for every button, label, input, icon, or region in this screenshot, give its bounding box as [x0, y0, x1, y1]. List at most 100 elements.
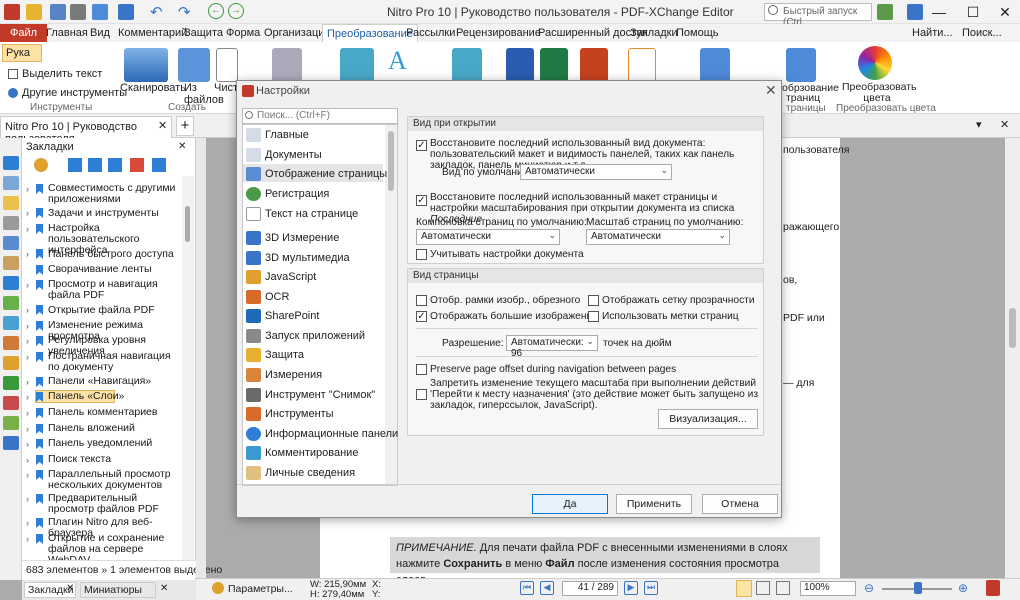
redo-icon[interactable]: ↷: [178, 3, 191, 21]
default-view-select[interactable]: Автоматически ⌄: [520, 164, 672, 180]
bookmark-item[interactable]: Открытие файла PDF: [48, 305, 180, 316]
expand-bookmarks-icon[interactable]: [152, 158, 166, 172]
tab-protect[interactable]: Защита: [180, 24, 227, 42]
chevron-right-icon[interactable]: ›: [26, 352, 29, 362]
chevron-right-icon[interactable]: ›: [26, 208, 29, 218]
layers-panel-icon[interactable]: [3, 236, 19, 250]
bookmark-item[interactable]: Сворачивание ленты: [48, 264, 180, 275]
tab-thumbnails-panel[interactable]: Миниатюры: [80, 582, 156, 598]
nav-item-security[interactable]: Защита: [265, 349, 304, 361]
from-files-icon[interactable]: [178, 48, 210, 82]
restore-layout-checkbox[interactable]: ✓: [416, 195, 427, 206]
other-tools-button[interactable]: Другие инструменты: [22, 87, 127, 99]
articles-panel-icon[interactable]: [3, 356, 19, 370]
bookmark-item[interactable]: Параллельный просмотр нескольких докумен…: [48, 469, 180, 491]
bookmark-item[interactable]: Задачи и инструменты: [48, 208, 180, 219]
chevron-right-icon[interactable]: ›: [26, 534, 29, 544]
clear-icon[interactable]: [216, 48, 238, 82]
delete-bookmark-icon[interactable]: [130, 158, 144, 172]
nav-item-tools[interactable]: Инструменты: [265, 408, 334, 420]
panel-close-icon[interactable]: ✕: [178, 141, 186, 152]
apply-button[interactable]: Применить: [616, 494, 692, 514]
convert-colors-icon[interactable]: [858, 46, 892, 80]
chevron-right-icon[interactable]: ›: [26, 494, 29, 504]
comments-panel-icon[interactable]: [3, 196, 19, 210]
print-icon[interactable]: [70, 4, 86, 20]
thumbnails-tab-close-icon[interactable]: ✕: [160, 583, 168, 594]
resolution-select[interactable]: Автоматически: 96 ⌄: [506, 335, 598, 359]
close-tab-icon[interactable]: ✕: [158, 119, 167, 132]
maximize-button[interactable]: ☐: [956, 0, 990, 24]
bookmark-item[interactable]: Панель быстрого доступа: [48, 249, 180, 260]
zoom-select[interactable]: 100%: [800, 581, 856, 596]
nav-item-registration[interactable]: Регистрация: [265, 188, 329, 200]
layout-select[interactable]: Автоматически ⌄: [416, 229, 560, 245]
search-button[interactable]: Поиск...: [962, 27, 1002, 39]
move-bookmark-icon[interactable]: [108, 158, 122, 172]
chevron-right-icon[interactable]: ›: [26, 280, 29, 290]
tab-form[interactable]: Форма: [222, 24, 264, 42]
nav-item-javascript[interactable]: JavaScript: [265, 271, 316, 283]
nav-item-ocr[interactable]: OCR: [265, 291, 289, 303]
bookmark-item-selected[interactable]: Панель «Слои»: [48, 391, 180, 402]
zoom-lock-checkbox[interactable]: [416, 389, 427, 400]
tab-help[interactable]: Помощь: [672, 24, 723, 42]
page-number-input[interactable]: 41 / 289: [562, 581, 618, 596]
bookmark-item[interactable]: Совместимость с другими приложениями: [48, 183, 180, 205]
convert-colors-button[interactable]: Преобразовать цвета: [842, 82, 917, 104]
chevron-right-icon[interactable]: ›: [26, 224, 29, 234]
bookmark-item[interactable]: Просмотр и навигация файла PDF: [48, 279, 180, 301]
open-folder-icon[interactable]: [26, 4, 42, 20]
quick-launch-input[interactable]: Быстрый запуск (Ctrl...: [764, 3, 872, 28]
chevron-right-icon[interactable]: ›: [26, 336, 29, 346]
bookmark-options-icon[interactable]: [34, 158, 48, 172]
chevron-right-icon[interactable]: ›: [26, 321, 29, 331]
nav-item-launch-apps[interactable]: Запуск приложений: [265, 330, 365, 342]
find-button[interactable]: Найти...: [912, 27, 953, 39]
add-bookmark-icon[interactable]: [68, 158, 82, 172]
chevron-right-icon[interactable]: ›: [26, 249, 29, 259]
chevron-right-icon[interactable]: ›: [26, 408, 29, 418]
nav-item-3d-media[interactable]: 3D мультимедиа: [265, 252, 350, 264]
thumbnails-panel-icon[interactable]: [3, 176, 19, 190]
zoom-select-default[interactable]: Автоматически ⌄: [586, 229, 730, 245]
prev-page-icon[interactable]: ◀: [540, 581, 554, 595]
tags-panel-icon[interactable]: [3, 336, 19, 350]
nav-item-documents[interactable]: Документы: [265, 149, 322, 161]
document-tab[interactable]: Nitro Pro 10 | Руководство пользователя: [0, 116, 172, 145]
bookmarks-tab-close-icon[interactable]: ✕: [66, 583, 74, 594]
dialog-close-icon[interactable]: ✕: [765, 82, 777, 99]
scan-button[interactable]: Сканировать: [120, 82, 186, 94]
undo-icon[interactable]: ↶: [150, 3, 163, 21]
save-icon[interactable]: [50, 4, 66, 20]
nav-item-snapshot[interactable]: Инструмент "Снимок": [265, 389, 375, 401]
nav-item-sharepoint[interactable]: SharePoint: [265, 310, 319, 322]
back-icon[interactable]: ←: [208, 3, 224, 19]
nav-item-page-text[interactable]: Текст на странице: [265, 208, 358, 220]
bookmark-item[interactable]: Предварительный просмотр файлов PDF: [48, 493, 180, 515]
chevron-right-icon[interactable]: ›: [26, 439, 29, 449]
destinations-panel-icon[interactable]: [3, 296, 19, 310]
next-page-icon[interactable]: ▶: [624, 581, 638, 595]
last-page-icon[interactable]: ⏭: [644, 581, 658, 595]
preserve-offset-checkbox[interactable]: [416, 364, 427, 375]
search-panel-icon[interactable]: [3, 316, 19, 330]
bookmark-item[interactable]: Панель уведомлений: [48, 438, 180, 449]
tab-view[interactable]: Вид: [86, 24, 114, 42]
grid-checkbox[interactable]: [588, 295, 599, 306]
minimize-button[interactable]: —: [922, 0, 956, 24]
info-panel-icon[interactable]: [3, 436, 19, 450]
cancel-button[interactable]: Отмена: [702, 494, 778, 514]
panel-splitter[interactable]: [196, 138, 206, 578]
bookmark-item[interactable]: Панели «Навигация»: [48, 376, 180, 387]
bookmarks-panel-icon[interactable]: [3, 156, 19, 170]
large-images-checkbox[interactable]: ✓: [416, 311, 427, 322]
properties-panel-icon[interactable]: [3, 376, 19, 390]
tab-review[interactable]: Рецензирование: [452, 24, 545, 42]
nav-item-personal-info[interactable]: Личные сведения: [265, 467, 355, 479]
zoom-out-icon[interactable]: ⊖: [864, 581, 874, 595]
tabs-close-icon[interactable]: ✕: [1000, 118, 1009, 131]
tab-home[interactable]: Главная: [42, 24, 92, 42]
zoom-slider-thumb[interactable]: [914, 582, 922, 594]
chevron-right-icon[interactable]: ›: [26, 518, 29, 528]
